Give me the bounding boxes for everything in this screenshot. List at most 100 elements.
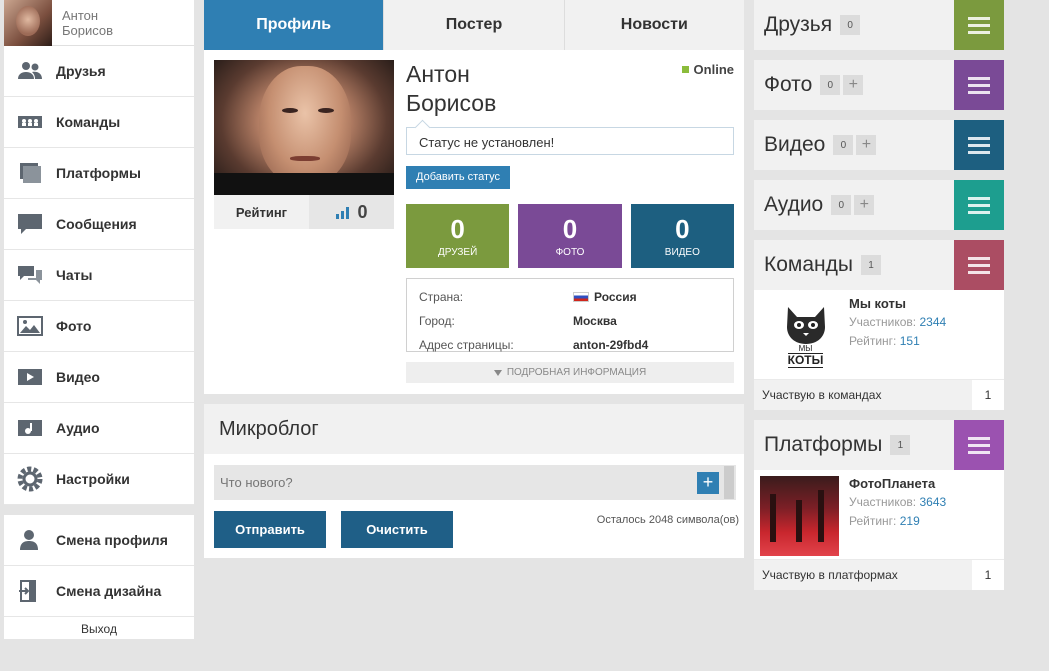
add-photo-button[interactable]: + xyxy=(843,75,864,95)
rating-bar: Рейтинг 0 xyxy=(214,195,394,229)
sidebar-item-profile-switch[interactable]: Смена профиля xyxy=(4,515,194,566)
sidebar-item-photo[interactable]: Фото xyxy=(4,301,194,352)
profile-stats: 0 ДРУЗЕЙ 0 ФОТО 0 ВИДЕО xyxy=(406,204,734,268)
sidebar-item-teams[interactable]: Команды xyxy=(4,97,194,148)
team-card[interactable]: МЫ КОТЫ Мы коты Участников: 2344 Рейтинг… xyxy=(754,290,1004,380)
widget-count-badge: 0 xyxy=(831,195,852,215)
sidebar-item-chats[interactable]: Чаты xyxy=(4,250,194,301)
sidebar-item-design-switch[interactable]: Смена дизайна xyxy=(4,566,194,617)
info-value: Россия xyxy=(573,290,637,304)
widget-header: Платформы 1 xyxy=(754,420,1004,470)
widget-title[interactable]: Команды xyxy=(764,253,853,277)
profile-panel: Рейтинг 0 Антон Борисов Online Статус не… xyxy=(204,50,744,394)
widget-photo: Фото 0 + xyxy=(754,60,1004,110)
widget-title[interactable]: Платформы xyxy=(764,433,882,457)
platform-name[interactable]: ФотоПланета xyxy=(849,476,935,491)
sidebar-item-audio[interactable]: Аудио xyxy=(4,403,194,454)
sidebar-item-friends[interactable]: Друзья xyxy=(4,46,194,97)
stat-value: 0 xyxy=(450,213,465,244)
add-video-button[interactable]: + xyxy=(856,135,877,155)
widget-count-badge: 1 xyxy=(890,435,911,455)
clear-button[interactable]: Очистить xyxy=(341,511,453,548)
teams-footer[interactable]: Участвую в командах 1 xyxy=(754,380,1004,410)
rating-value-box: 0 xyxy=(309,195,394,229)
triangle-down-icon xyxy=(493,369,502,376)
hamburger-menu-icon[interactable] xyxy=(954,420,1004,470)
status-text[interactable]: Статус не установлен! xyxy=(406,127,734,155)
sidebar-item-platforms[interactable]: Платформы xyxy=(4,148,194,199)
widget-count-badge: 1 xyxy=(860,255,881,275)
add-status-button[interactable]: Добавить статус xyxy=(406,166,510,189)
widget-count-badge: 0 xyxy=(840,15,861,35)
widget-title[interactable]: Видео xyxy=(764,133,825,157)
design-switch-icon xyxy=(4,580,56,602)
send-button[interactable]: Отправить xyxy=(214,511,326,548)
online-indicator: Online xyxy=(681,62,734,77)
chars-remaining: Осталось 2048 символа(ов) xyxy=(596,514,739,526)
add-audio-button[interactable]: + xyxy=(854,195,875,215)
avatar[interactable] xyxy=(4,0,52,46)
gear-icon xyxy=(4,466,56,492)
hamburger-menu-icon[interactable] xyxy=(954,240,1004,290)
info-value-text: Россия xyxy=(594,290,637,304)
rating-label: Рейтинг: xyxy=(849,514,897,528)
stat-photo[interactable]: 0 ФОТО xyxy=(518,204,622,268)
widget-title[interactable]: Фото xyxy=(764,73,812,97)
face-shape xyxy=(259,66,351,184)
sidebar-item-label: Настройки xyxy=(56,471,130,487)
hamburger-menu-icon[interactable] xyxy=(954,180,1004,230)
hamburger-menu-icon[interactable] xyxy=(954,60,1004,110)
sidebar-item-video[interactable]: Видео xyxy=(4,352,194,403)
members-label: Участников: xyxy=(849,495,917,509)
microblog-panel: Микроблог + Отправить Очистить Осталось … xyxy=(204,404,744,558)
widget-title[interactable]: Друзья xyxy=(764,13,832,37)
team-name[interactable]: Мы коты xyxy=(849,296,906,311)
stat-value: 0 xyxy=(562,213,578,244)
platform-card[interactable]: ФотоПланета Участников: 3643 Рейтинг: 21… xyxy=(754,470,1004,560)
sidebar-item-label: Смена профиля xyxy=(56,532,168,548)
stat-label: ВИДЕО xyxy=(664,246,700,258)
microblog-input[interactable] xyxy=(214,465,736,500)
rating-count: 151 xyxy=(899,334,920,348)
more-info-button[interactable]: ПОДРОБНАЯ ИНФОРМАЦИЯ xyxy=(406,362,734,383)
shirt-shape xyxy=(214,173,394,195)
profile-photo[interactable] xyxy=(214,60,394,195)
platforms-icon xyxy=(4,162,56,184)
tab-poster[interactable]: Постер xyxy=(384,0,565,50)
stat-video[interactable]: 0 ВИДЕО xyxy=(630,204,734,268)
sidebar-item-messages[interactable]: Сообщения xyxy=(4,199,194,250)
russia-flag-icon xyxy=(573,292,589,302)
sidebar-item-label: Друзья xyxy=(56,63,106,79)
rating-label: Рейтинг: xyxy=(849,334,897,348)
video-icon xyxy=(4,366,56,388)
profile-first-name: Антон xyxy=(406,61,470,87)
sidebar-item-settings[interactable]: Настройки xyxy=(4,454,194,505)
rating-value: 0 xyxy=(357,201,368,222)
profile-tabs: Профиль Постер Новости xyxy=(204,0,744,50)
hamburger-menu-icon[interactable] xyxy=(954,120,1004,170)
logout-link[interactable]: Выход xyxy=(4,617,194,639)
widget-video: Видео 0 + xyxy=(754,120,1004,170)
widget-count-badge: 0 xyxy=(833,135,854,155)
tab-news[interactable]: Новости xyxy=(565,0,744,50)
main-content: Профиль Постер Новости Рейтинг 0 Антон Б… xyxy=(204,0,744,558)
stat-friends[interactable]: 0 ДРУЗЕЙ xyxy=(406,204,510,268)
user-header[interactable]: Антон Борисов xyxy=(4,0,194,46)
info-key: Страна: xyxy=(419,290,464,304)
widget-title[interactable]: Аудио xyxy=(764,193,823,217)
profile-last-name: Борисов xyxy=(406,90,497,116)
microblog-scrollbar[interactable] xyxy=(724,466,734,499)
info-value: Москва xyxy=(573,314,617,328)
mouth-shape xyxy=(290,156,320,161)
platform-image[interactable] xyxy=(760,476,839,556)
team-rating: Рейтинг: 151 xyxy=(849,334,920,348)
profile-info: Страна: Россия Город: Москва Адрес стран… xyxy=(406,278,734,352)
info-key: Адрес страницы: xyxy=(419,338,514,352)
platforms-footer-count: 1 xyxy=(984,568,992,582)
platforms-footer[interactable]: Участвую в платформах 1 xyxy=(754,560,1004,590)
hamburger-menu-icon[interactable] xyxy=(954,0,1004,50)
members-label: Участников: xyxy=(849,315,917,329)
microblog-add-button[interactable]: + xyxy=(697,472,719,494)
team-logo[interactable]: МЫ КОТЫ xyxy=(768,296,843,376)
tab-profile[interactable]: Профиль xyxy=(204,0,385,50)
